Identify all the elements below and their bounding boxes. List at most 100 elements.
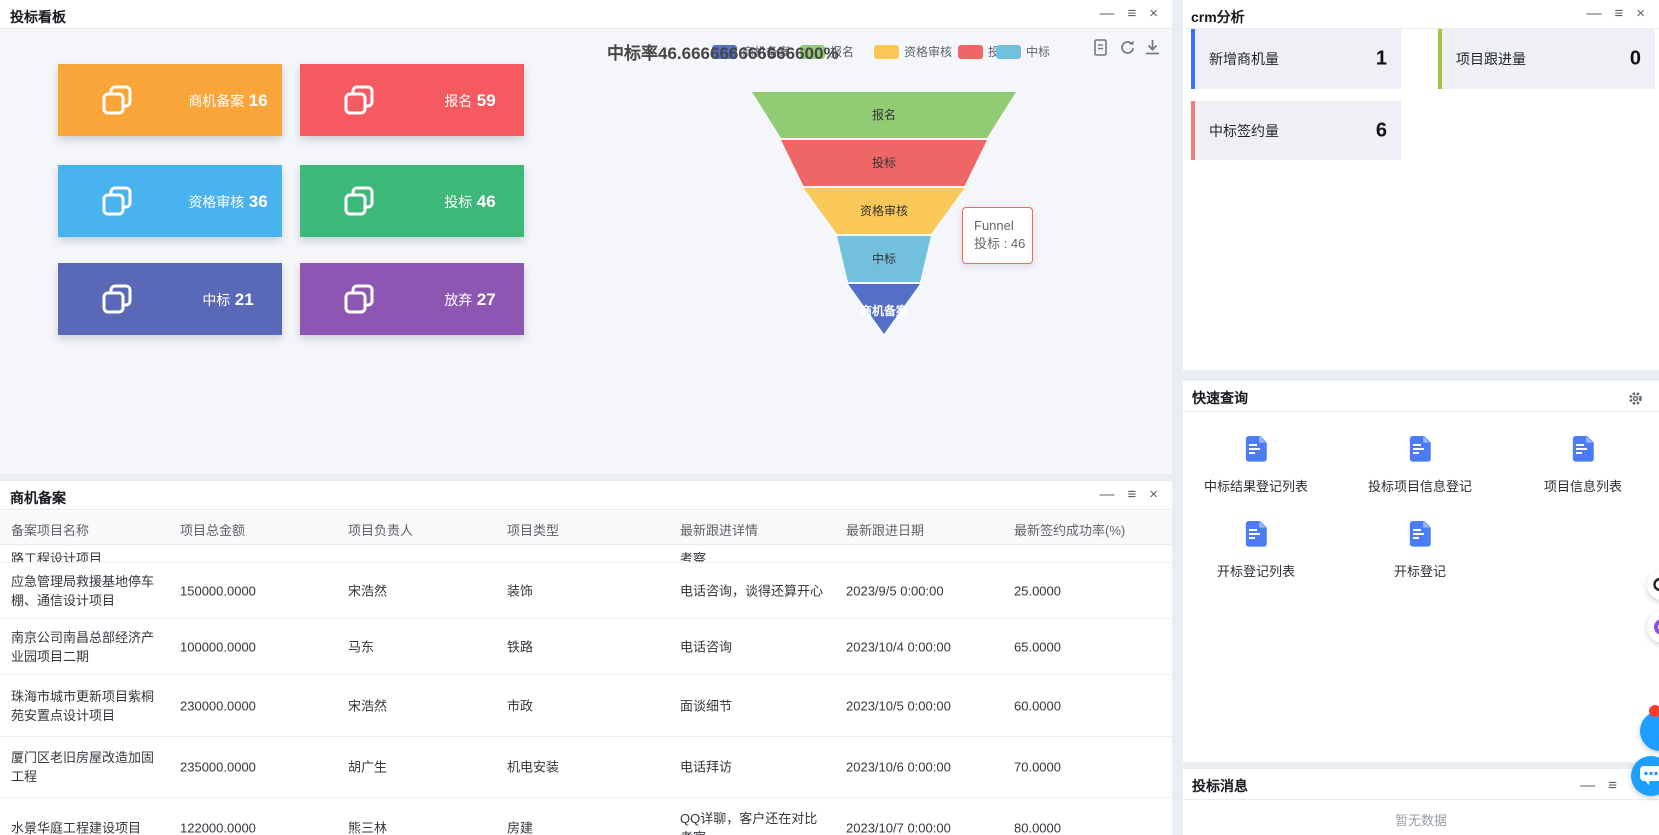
refresh-icon[interactable] [1118, 38, 1135, 57]
stat-card-fangqi[interactable]: 放弃 27 [300, 263, 524, 335]
column-header: 最新签约成功率(%) [1014, 520, 1154, 539]
cell-type: 铁路 [507, 637, 662, 656]
notification-badge [1649, 705, 1659, 717]
stat-label: 报名 [444, 93, 472, 109]
legend-label: 中标 [1026, 43, 1050, 60]
table-row[interactable]: 南京公司南昌总部经济产业园项目二期 100000.0000 马东 铁路 电话咨询… [0, 618, 1172, 674]
stat-label: 放弃 [444, 292, 472, 308]
close-icon[interactable]: × [1149, 486, 1158, 504]
cell-owner: 马东 [348, 637, 488, 656]
stat-card-zigeshenhe[interactable]: 资格审核 36 [58, 165, 282, 237]
crm-titlebar: crm分析 — ≡ × [1183, 0, 1659, 29]
clone-icon [342, 184, 376, 223]
cell-follow-date: 2023/10/4 0:00:00 [846, 637, 998, 656]
crm-card-project-followups[interactable]: 项目跟进量 0 [1438, 29, 1655, 89]
document-icon [1244, 521, 1269, 553]
table-row[interactable]: 珠海市城市更新项目紫桐苑安置点设计项目 230000.0000 宋浩然 市政 面… [0, 674, 1172, 736]
bidding-dashboard-titlebar: 投标看板 — ≡ × [0, 0, 1172, 29]
cell-type: 机电安装 [507, 758, 662, 777]
table-row[interactable]: 应急管理局救援基地停车棚、通信设计项目 150000.0000 宋浩然 装饰 电… [0, 562, 1172, 618]
crm-analysis-panel: crm分析 — ≡ × 新增商机量 1 项目跟进量 0 中标签约量 6 [1183, 0, 1659, 370]
close-icon[interactable]: × [1149, 5, 1158, 23]
cell-type: 市政 [507, 696, 662, 715]
quick-link-label: 开标登记 [1347, 561, 1493, 580]
cell-project-name: 南京公司南昌总部经济产业园项目二期 [11, 628, 161, 666]
cell-follow-detail: 面谈细节 [680, 696, 830, 715]
crm-card-value: 0 [1630, 48, 1641, 71]
menu-icon[interactable]: ≡ [1127, 486, 1136, 504]
minimize-icon[interactable]: — [1580, 777, 1595, 795]
stat-card-shangjibeian[interactable]: 商机备案 16 [58, 64, 282, 136]
clone-icon [100, 184, 134, 223]
cell-follow-detail: 考察 [680, 549, 830, 562]
cell-project-name: 路工程设计项目 [11, 549, 161, 562]
chat-bubble-icon [1639, 764, 1659, 788]
tooltip-series: Funnel [974, 217, 1032, 234]
quick-link-toubiao-info-register[interactable]: 投标项目信息登记 [1347, 436, 1493, 495]
crm-card-value: 1 [1376, 48, 1387, 71]
chart-tooltip: Funnel 投标 : 46 [962, 207, 1033, 264]
data-view-icon[interactable] [1092, 38, 1109, 57]
table-row[interactable]: 厦门区老旧房屋改造加固工程 235000.0000 胡广生 机电安装 电话拜访 … [0, 736, 1172, 797]
panel-title: crm分析 [1191, 7, 1245, 27]
gear-icon[interactable] [1628, 391, 1643, 406]
stat-card-baoming[interactable]: 报名 59 [300, 64, 524, 136]
accent-bar [1191, 29, 1195, 89]
quick-link-zhongbiao-result-list[interactable]: 中标结果登记列表 [1183, 436, 1329, 495]
cell-follow-detail: 电话拜访 [680, 758, 830, 777]
cell-amount: 100000.0000 [180, 637, 330, 656]
document-icon [1571, 436, 1596, 468]
menu-icon[interactable]: ≡ [1614, 5, 1623, 23]
close-icon[interactable]: × [1636, 5, 1645, 23]
document-icon [1408, 436, 1433, 468]
column-header: 项目总金额 [180, 520, 330, 539]
accent-bar [1438, 29, 1442, 89]
quick-link-kaibiao-register-list[interactable]: 开标登记列表 [1183, 521, 1329, 580]
column-header: 备案项目名称 [11, 520, 161, 539]
panel-title: 快速查询 [1192, 388, 1248, 408]
window-title: 商机备案 [10, 488, 66, 508]
download-icon[interactable] [1144, 38, 1161, 57]
clone-icon [342, 83, 376, 122]
stat-value: 16 [249, 91, 268, 110]
cell-follow-detail: 电话咨询 [680, 637, 830, 656]
legend-marker [996, 45, 1021, 59]
stat-label: 商机备案 [188, 93, 244, 109]
cell-success-rate: 60.0000 [1014, 696, 1154, 715]
table-row-clipped[interactable]: 路工程设计项目 考察 [0, 545, 1172, 562]
crm-card-new-opportunities[interactable]: 新增商机量 1 [1191, 29, 1401, 89]
stat-value: 59 [477, 91, 496, 110]
cell-type: 房建 [507, 818, 662, 835]
crm-card-won-contracts[interactable]: 中标签约量 6 [1191, 101, 1401, 160]
minimize-icon[interactable]: — [1099, 5, 1114, 23]
quick-query-panel: 快速查询 中标结果登记列表 投标项目信息登记 项目信息列表 开标登记列表 开标登… [1183, 381, 1659, 762]
cell-amount: 122000.0000 [180, 818, 330, 835]
column-header: 最新跟进详情 [680, 520, 830, 539]
minimize-icon[interactable]: — [1586, 5, 1601, 23]
crm-card-value: 6 [1376, 119, 1387, 142]
funnel-label: 商机备案 [860, 303, 909, 318]
menu-icon[interactable]: ≡ [1608, 777, 1617, 795]
crm-card-label: 新增商机量 [1209, 49, 1279, 69]
cell-project-name: 珠海市城市更新项目紫桐苑安置点设计项目 [11, 687, 161, 725]
tooltip-value: 投标 : 46 [974, 234, 1032, 254]
cell-project-name: 厦门区老旧房屋改造加固工程 [11, 748, 161, 786]
cell-success-rate: 25.0000 [1014, 581, 1154, 600]
legend-label: 资格审核 [904, 43, 952, 60]
quick-link-project-info-list[interactable]: 项目信息列表 [1510, 436, 1656, 495]
stat-label: 中标 [202, 292, 230, 308]
stat-card-zhongbiao[interactable]: 中标 21 [58, 263, 282, 335]
cell-project-name: 应急管理局救援基地停车棚、通信设计项目 [11, 572, 161, 610]
legend-item-zhongbiao[interactable]: 中标 [996, 43, 1050, 60]
stat-card-toubiao[interactable]: 投标 46 [300, 165, 524, 237]
document-icon [1408, 521, 1433, 553]
clone-icon [342, 282, 376, 321]
menu-icon[interactable]: ≡ [1127, 5, 1136, 23]
table-row[interactable]: 水景华庭工程建设项目 122000.0000 熊三林 房建 QQ详聊，客户还在对… [0, 797, 1172, 835]
quick-link-kaibiao-register[interactable]: 开标登记 [1347, 521, 1493, 580]
legend-marker [874, 45, 899, 59]
legend-item-zigeshenhe[interactable]: 资格审核 [874, 43, 952, 60]
cell-follow-date: 2023/10/7 0:00:00 [846, 818, 998, 835]
clone-icon [100, 282, 134, 321]
minimize-icon[interactable]: — [1099, 486, 1114, 504]
